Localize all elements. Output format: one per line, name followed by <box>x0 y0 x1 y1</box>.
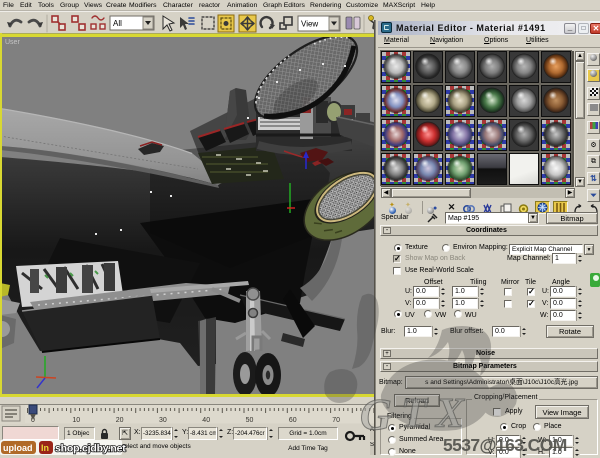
svg-text:50: 50 <box>246 417 254 424</box>
svg-text:All: All <box>113 19 122 28</box>
svg-text:40: 40 <box>202 417 210 424</box>
svg-text:10: 10 <box>72 417 80 424</box>
svg-text:60: 60 <box>289 417 297 424</box>
svg-text:20: 20 <box>116 417 124 424</box>
svg-text:30: 30 <box>159 417 167 424</box>
svg-text:View: View <box>301 20 318 29</box>
svg-text:70: 70 <box>332 417 340 424</box>
